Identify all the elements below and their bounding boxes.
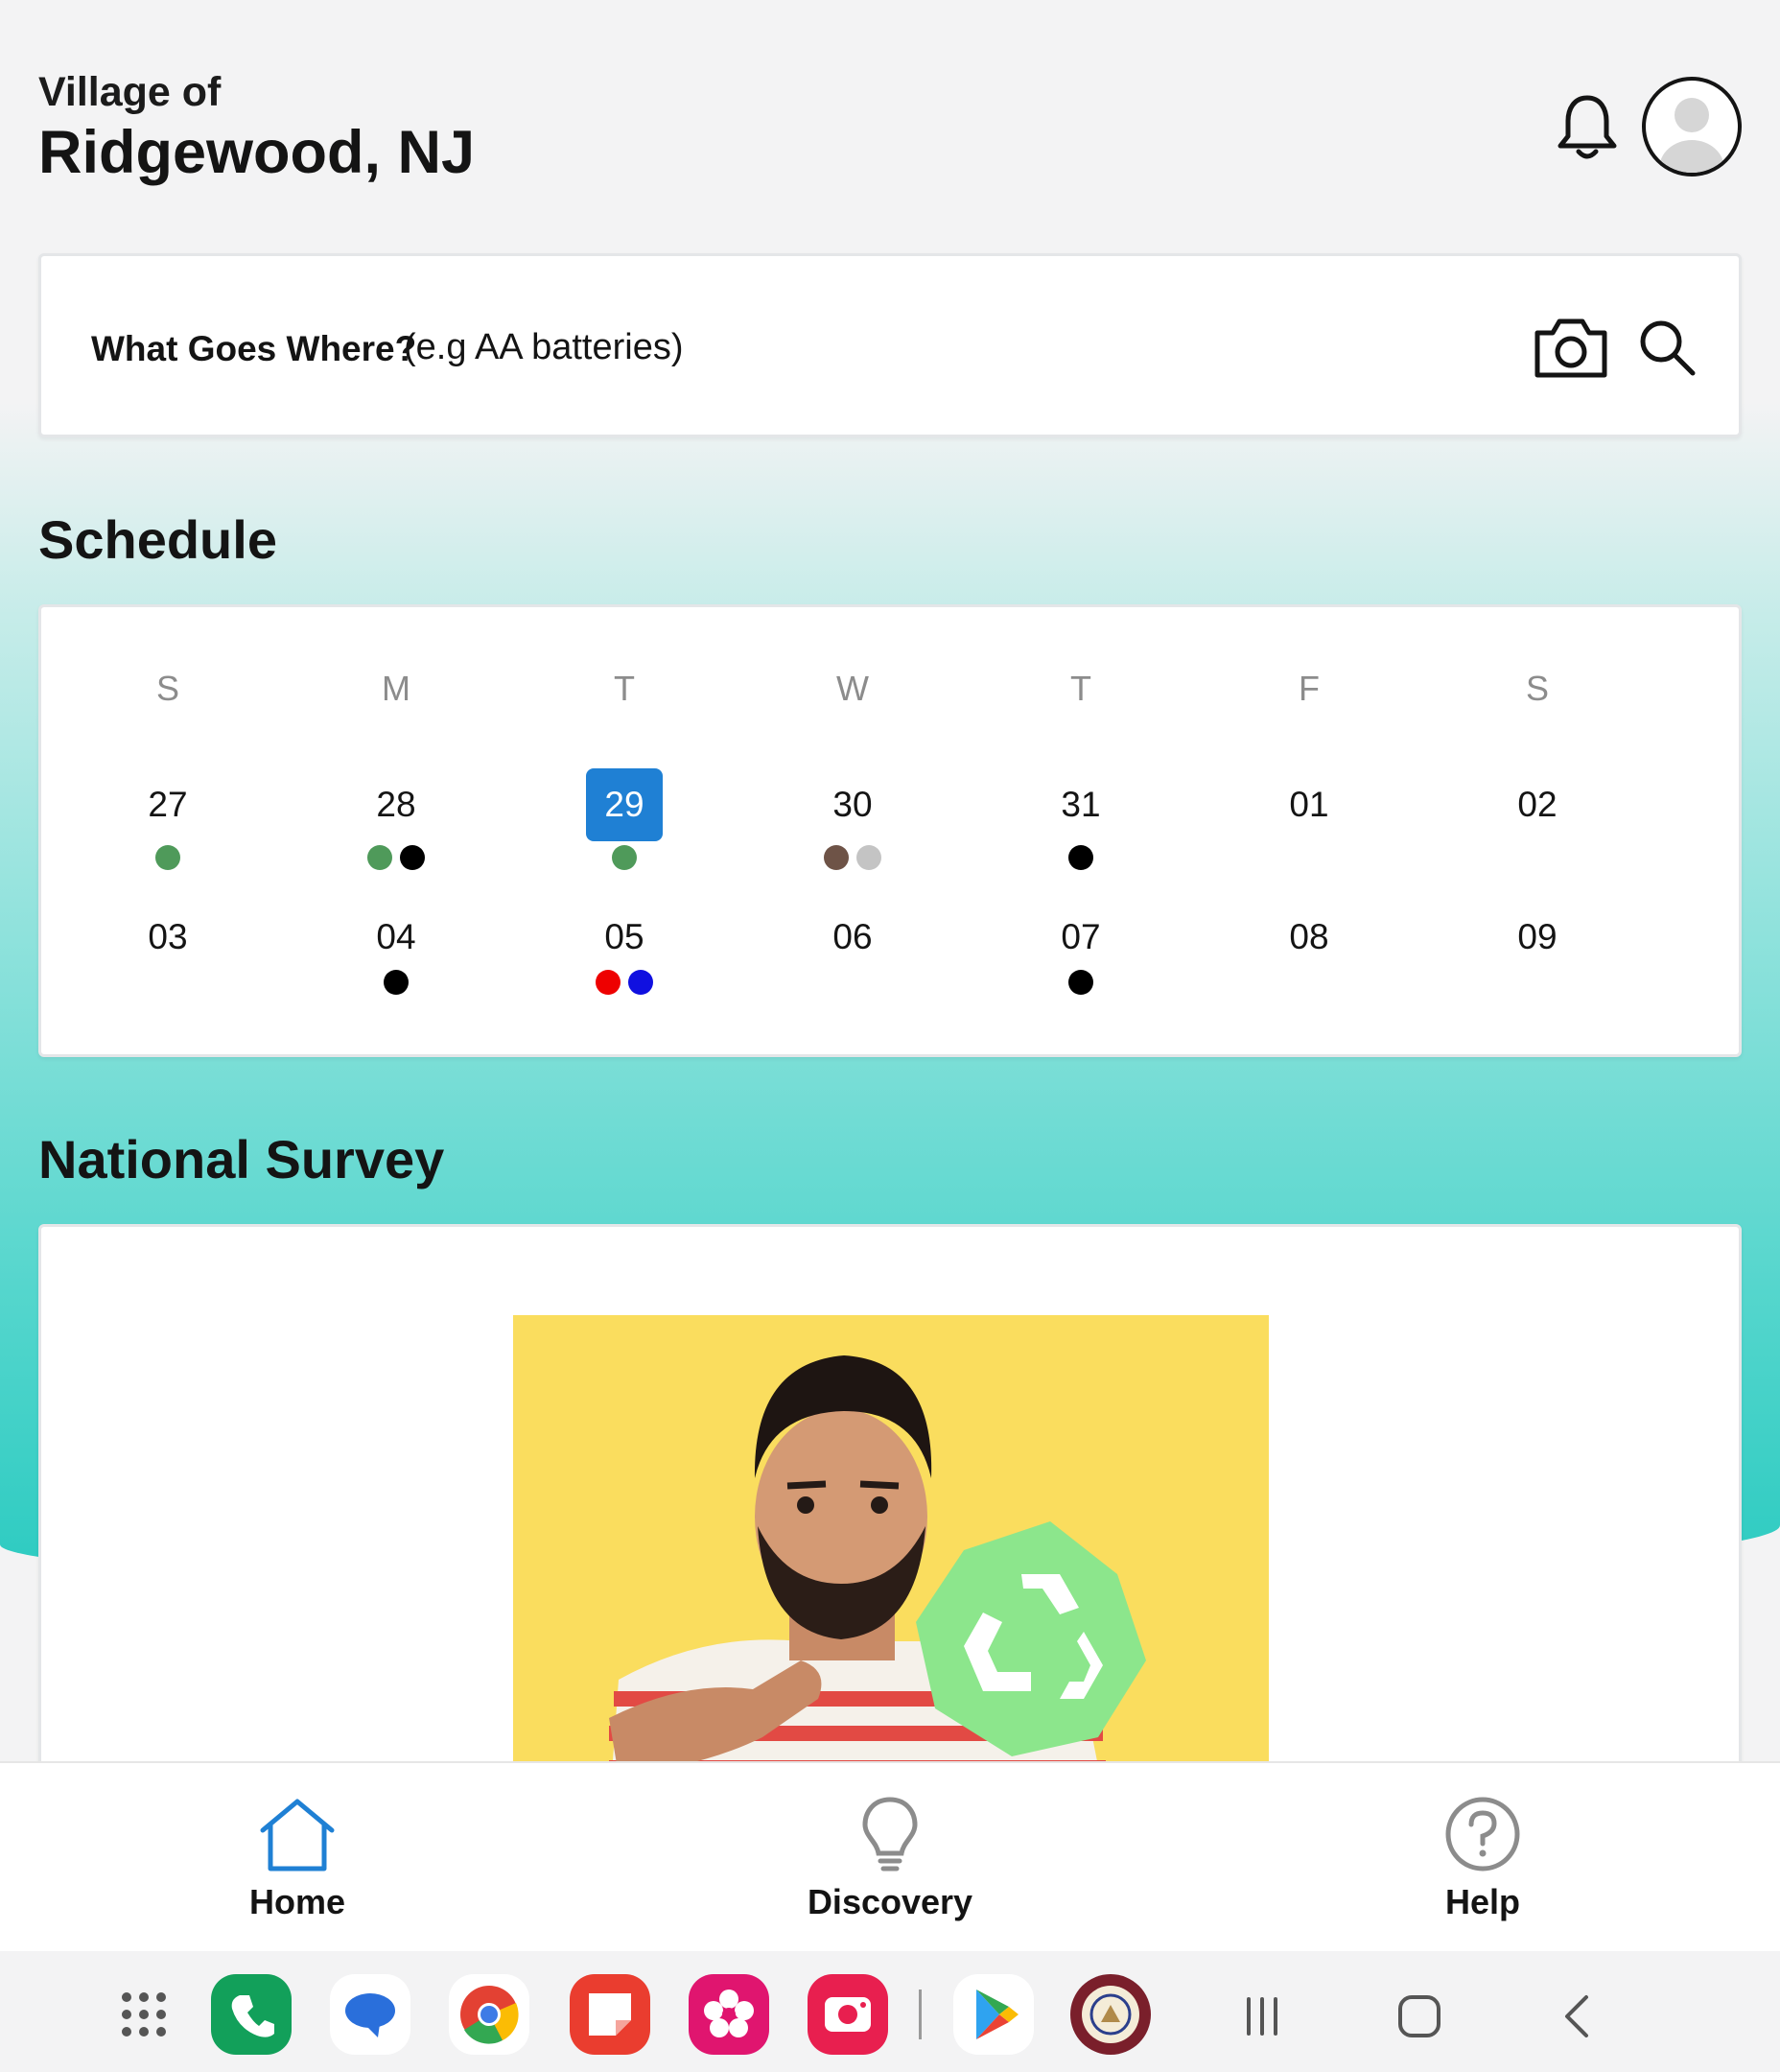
collection-dots: [1004, 970, 1158, 995]
collection-dot: [628, 970, 653, 995]
camera-app-icon[interactable]: [808, 1974, 888, 2055]
calendar-day[interactable]: 09: [1461, 901, 1614, 974]
bottom-nav: Home Discovery Help: [0, 1761, 1780, 1951]
search-bar[interactable]: What Goes Where? (e.g AA batteries): [38, 253, 1742, 437]
search-label: What Goes Where?: [91, 329, 417, 368]
lightbulb-icon: [862, 1797, 918, 1872]
city-title: Ridgewood, NJ: [38, 119, 475, 186]
apps-grid-icon[interactable]: [104, 1974, 184, 2055]
survey-image[interactable]: [513, 1315, 1269, 1814]
search-icon[interactable]: [1637, 318, 1697, 377]
collection-dots: [548, 970, 701, 995]
calendar-day[interactable]: 05: [548, 901, 701, 974]
collection-dot: [596, 970, 621, 995]
collection-dot: [824, 845, 849, 870]
phone-app-icon[interactable]: [211, 1974, 292, 2055]
village-of-label: Village of: [38, 69, 222, 115]
calendar-day[interactable]: 28: [319, 768, 473, 841]
collection-dot: [367, 845, 392, 870]
calendar-day[interactable]: 08: [1232, 901, 1386, 974]
collection-dot: [856, 845, 881, 870]
collection-dot: [1068, 845, 1093, 870]
nav-discovery[interactable]: Discovery: [746, 1794, 1034, 1922]
collection-dot: [155, 845, 180, 870]
calendar-day[interactable]: 07: [1004, 901, 1158, 974]
nav-help-label: Help: [1444, 1882, 1520, 1921]
blossom-app-icon[interactable]: [689, 1974, 769, 2055]
nav-home-label: Home: [248, 1882, 346, 1921]
collection-dots: [319, 970, 473, 995]
notes-app-icon[interactable]: [570, 1974, 650, 2055]
weekday-label: F: [1299, 669, 1320, 708]
user-icon: [1659, 98, 1724, 173]
calendar-day[interactable]: 30: [776, 768, 929, 841]
avatar[interactable]: [1642, 77, 1742, 177]
ridgewood-app-icon[interactable]: [1070, 1974, 1151, 2055]
collection-dots: [319, 845, 473, 870]
schedule-title: Schedule: [38, 509, 277, 570]
chrome-app-icon[interactable]: [449, 1974, 529, 2055]
header: Village of Ridgewood, NJ: [38, 69, 475, 186]
collection-dot: [612, 845, 637, 870]
weekday-label: M: [382, 669, 410, 708]
collection-dot: [400, 845, 425, 870]
collection-dots: [1004, 845, 1158, 870]
recents-button[interactable]: [1235, 1990, 1289, 2043]
collection-dot: [1068, 970, 1093, 995]
calendar-day[interactable]: 03: [91, 901, 245, 974]
back-button[interactable]: [1552, 1990, 1605, 2043]
schedule-calendar: S M T W T F S 27 28 29 30 31 01 02 03 04 05 06 07 08 09: [38, 604, 1742, 1057]
home-icon: [260, 1799, 335, 1872]
collection-dot: [384, 970, 409, 995]
calendar-day[interactable]: 04: [319, 901, 473, 974]
nav-home[interactable]: Home: [153, 1794, 441, 1922]
collection-dots: [548, 845, 701, 870]
collection-dots: [776, 845, 929, 870]
weekday-label: T: [614, 669, 635, 708]
nav-help[interactable]: Help: [1339, 1794, 1627, 1922]
calendar-day[interactable]: 01: [1232, 768, 1386, 841]
calendar-day[interactable]: 06: [776, 901, 929, 974]
survey-card[interactable]: [38, 1224, 1742, 1814]
camera-icon[interactable]: [1534, 316, 1608, 379]
nav-discovery-label: Discovery: [807, 1882, 973, 1921]
system-taskbar: [0, 1951, 1780, 2072]
calendar-day-today[interactable]: 29: [586, 768, 663, 841]
calendar-day[interactable]: 02: [1461, 768, 1614, 841]
weekday-label: S: [155, 669, 179, 708]
bell-icon[interactable]: [1554, 92, 1621, 163]
play-store-app-icon[interactable]: [953, 1974, 1034, 2055]
home-button[interactable]: [1393, 1990, 1446, 2043]
weekday-label: W: [836, 669, 869, 708]
search-placeholder: (e.g AA batteries): [404, 327, 684, 367]
calendar-day[interactable]: 31: [1004, 768, 1158, 841]
weekday-label: T: [1070, 669, 1091, 708]
weekday-label: S: [1525, 669, 1549, 708]
taskbar-divider: [919, 1990, 922, 2039]
survey-title: National Survey: [38, 1129, 445, 1189]
collection-dots: [91, 845, 245, 870]
messages-app-icon[interactable]: [330, 1974, 410, 2055]
calendar-day[interactable]: 27: [91, 768, 245, 841]
help-icon: [1445, 1797, 1520, 1872]
